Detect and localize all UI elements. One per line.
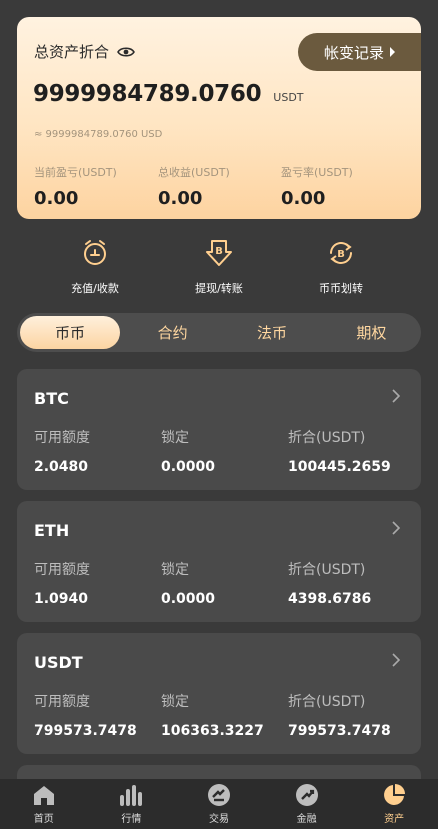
column-label: 折合(USDT) bbox=[288, 430, 366, 446]
coin-name: BTC bbox=[34, 389, 69, 408]
withdraw-button[interactable]: B 提现/转账 bbox=[164, 238, 274, 296]
coin-name: USDT bbox=[34, 653, 83, 672]
column-value: 799573.7478 bbox=[288, 723, 391, 739]
finance-icon bbox=[295, 784, 318, 806]
column-label: 折合(USDT) bbox=[288, 562, 366, 578]
column-label: 可用额度 bbox=[34, 430, 90, 446]
stat-value: 0.00 bbox=[158, 188, 203, 209]
approx-usd: ≈ 9999984789.0760 USD bbox=[34, 129, 163, 140]
column-label: 锁定 bbox=[161, 562, 189, 578]
equivalent-column: 折合(USDT) 4398.6786 bbox=[288, 559, 371, 607]
total-unit: USDT bbox=[273, 91, 304, 104]
column-label: 可用额度 bbox=[34, 562, 90, 578]
asset-summary-card: 总资产折合 帐变记录 9999984789.0760 USDT ≈ 999998… bbox=[17, 17, 421, 219]
nav-label: 资产 bbox=[384, 814, 405, 825]
column-value: 799573.7478 bbox=[34, 723, 137, 739]
available-column: 可用额度 799573.7478 bbox=[34, 691, 137, 739]
nav-market[interactable]: 行情 bbox=[88, 779, 176, 829]
quick-actions: 充值/收款 B 提现/转账 B 币币划转 bbox=[0, 238, 438, 300]
stat-total-profit: 总收益(USDT) 0.00 bbox=[158, 164, 230, 209]
asset-type-tabs: 币币 合约 法币 期权 bbox=[17, 313, 421, 352]
svg-text:B: B bbox=[337, 249, 345, 260]
transfer-button[interactable]: B 币币划转 bbox=[286, 238, 396, 296]
coin-name: ETH bbox=[34, 521, 70, 540]
action-label: 充值/收款 bbox=[71, 282, 119, 295]
tab-options[interactable]: 期权 bbox=[322, 316, 421, 349]
available-column: 可用额度 1.0940 bbox=[34, 559, 90, 607]
transfer-bitcoin-icon: B bbox=[330, 242, 352, 264]
column-value: 106363.3227 bbox=[161, 723, 264, 739]
stat-current-pnl: 当前盈亏(USDT) 0.00 bbox=[34, 164, 117, 209]
chevron-right-icon bbox=[392, 389, 401, 403]
locked-column: 锁定 0.0000 bbox=[161, 427, 215, 475]
record-button-label: 帐变记录 bbox=[323, 43, 384, 62]
eye-icon[interactable] bbox=[117, 46, 135, 58]
nav-home[interactable]: 首页 bbox=[0, 779, 88, 829]
withdraw-bitcoin-icon: B bbox=[206, 240, 232, 266]
stat-label: 盈亏率(USDT) bbox=[281, 166, 353, 179]
asset-card-btc[interactable]: BTC 可用额度 2.0480 锁定 0.0000 折合(USDT) 10044… bbox=[17, 369, 421, 490]
assets-pie-icon bbox=[384, 784, 406, 805]
column-label: 锁定 bbox=[161, 694, 189, 710]
nav-label: 行情 bbox=[121, 814, 142, 825]
deposit-clock-icon bbox=[84, 240, 106, 265]
summary-title: 总资产折合 bbox=[34, 43, 110, 61]
stat-label: 当前盈亏(USDT) bbox=[34, 166, 117, 179]
tab-fiat[interactable]: 法币 bbox=[222, 316, 321, 349]
column-label: 锁定 bbox=[161, 430, 189, 446]
action-label: 币币划转 bbox=[319, 282, 363, 295]
column-value: 0.0000 bbox=[161, 459, 216, 475]
nav-assets[interactable]: 资产 bbox=[350, 779, 438, 829]
home-icon bbox=[33, 786, 54, 805]
account-record-button[interactable]: 帐变记录 bbox=[298, 33, 421, 71]
equivalent-column: 折合(USDT) 799573.7478 bbox=[288, 691, 391, 739]
stat-pnl-rate: 盈亏率(USDT) 0.00 bbox=[281, 164, 353, 209]
column-value: 1.0940 bbox=[34, 591, 89, 607]
locked-column: 锁定 106363.3227 bbox=[161, 691, 264, 739]
caret-right-icon bbox=[390, 47, 395, 57]
deposit-button[interactable]: 充值/收款 bbox=[40, 238, 150, 296]
stat-label: 总收益(USDT) bbox=[158, 166, 230, 179]
summary-title-row: 总资产折合 bbox=[34, 41, 135, 62]
total-value: 9999984789.0760 bbox=[33, 81, 262, 107]
nav-finance[interactable]: 金融 bbox=[263, 779, 351, 829]
action-label: 提现/转账 bbox=[195, 282, 243, 295]
market-bars-icon bbox=[120, 785, 143, 806]
nav-trade[interactable]: 交易 bbox=[175, 779, 263, 829]
tab-spot[interactable]: 币币 bbox=[20, 316, 120, 349]
available-column: 可用额度 2.0480 bbox=[34, 427, 90, 475]
column-label: 折合(USDT) bbox=[288, 694, 366, 710]
chevron-right-icon bbox=[392, 653, 401, 667]
stat-value: 0.00 bbox=[34, 188, 79, 209]
nav-label: 首页 bbox=[33, 814, 54, 825]
nav-label: 交易 bbox=[208, 814, 229, 825]
chevron-right-icon bbox=[392, 521, 401, 535]
column-value: 2.0480 bbox=[34, 459, 89, 475]
asset-card-usdt[interactable]: USDT 可用额度 799573.7478 锁定 106363.3227 折合(… bbox=[17, 633, 421, 754]
tab-contract[interactable]: 合约 bbox=[123, 316, 222, 349]
locked-column: 锁定 0.0000 bbox=[161, 559, 215, 607]
bottom-nav: 首页 行情 交易 金融 资产 bbox=[0, 779, 438, 829]
column-value: 0.0000 bbox=[161, 591, 216, 607]
equivalent-column: 折合(USDT) 100445.2659 bbox=[288, 427, 391, 475]
column-value: 100445.2659 bbox=[288, 459, 391, 475]
total-balance: 9999984789.0760 USDT bbox=[33, 81, 304, 107]
stat-value: 0.00 bbox=[281, 188, 326, 209]
svg-text:B: B bbox=[215, 246, 223, 257]
nav-label: 金融 bbox=[296, 814, 317, 825]
column-value: 4398.6786 bbox=[288, 591, 372, 607]
trade-icon bbox=[207, 784, 230, 806]
column-label: 可用额度 bbox=[34, 694, 90, 710]
asset-card-eth[interactable]: ETH 可用额度 1.0940 锁定 0.0000 折合(USDT) 4398.… bbox=[17, 501, 421, 622]
